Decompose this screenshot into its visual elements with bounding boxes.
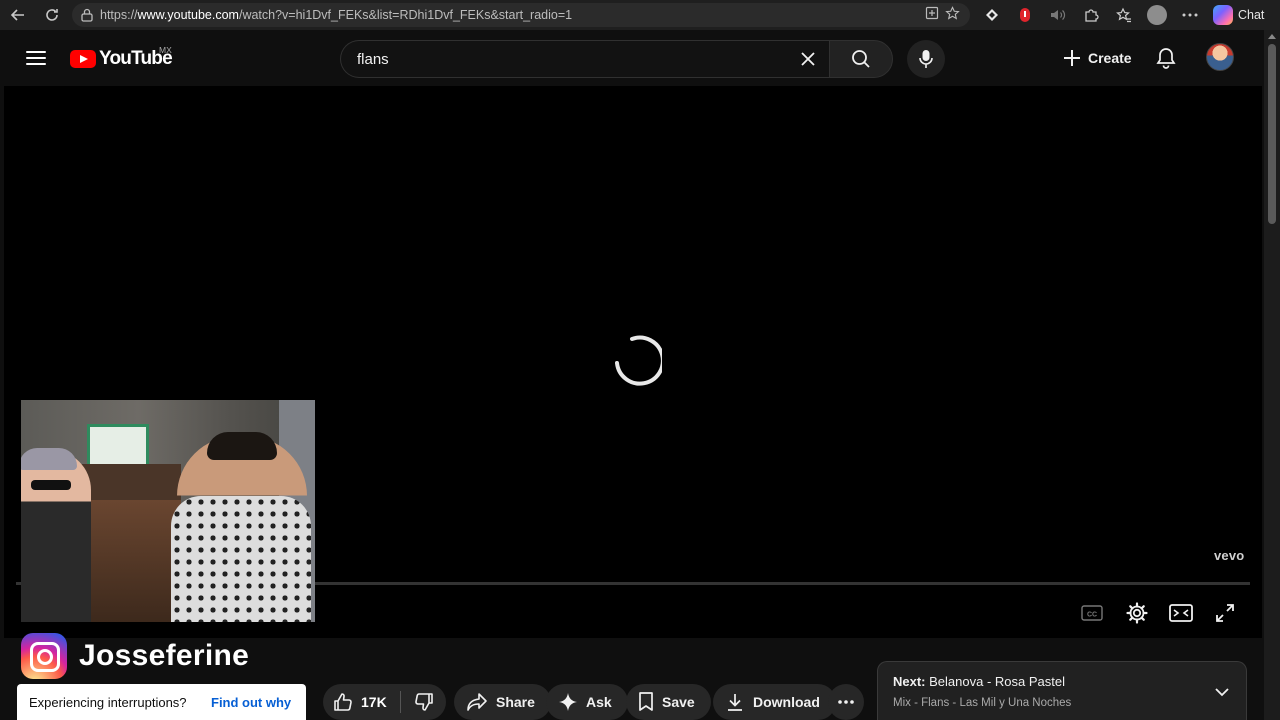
notifications-bell-icon[interactable] xyxy=(1152,44,1180,72)
microphone-icon xyxy=(919,50,933,68)
thumbs-up-icon xyxy=(334,693,352,711)
find-out-why-link[interactable]: Find out why xyxy=(211,695,291,710)
save-button[interactable]: Save xyxy=(626,684,711,720)
app-available-icon[interactable] xyxy=(925,6,939,24)
interruption-notice: Experiencing interruptions? Find out why xyxy=(17,684,306,720)
interruption-message: Experiencing interruptions? xyxy=(29,694,187,710)
account-avatar[interactable] xyxy=(1206,43,1234,71)
site-info-icon[interactable] xyxy=(81,8,93,22)
create-label: Create xyxy=(1088,50,1132,66)
share-label: Share xyxy=(496,694,535,710)
more-actions-button[interactable] xyxy=(828,684,864,720)
back-icon[interactable] xyxy=(4,1,32,29)
share-arrow-icon xyxy=(467,693,487,711)
download-icon xyxy=(728,694,742,711)
loading-spinner-icon xyxy=(615,335,662,386)
copilot-chat-button[interactable]: Chat xyxy=(1209,5,1264,25)
volume-icon[interactable] xyxy=(1044,1,1072,29)
thumbs-down-icon xyxy=(414,693,433,711)
up-next-prefix: Next: xyxy=(893,674,926,689)
svg-text:CC: CC xyxy=(1087,612,1097,619)
favorites-icon[interactable] xyxy=(1110,1,1138,29)
voice-search-button[interactable] xyxy=(907,40,945,78)
up-next-playlist: Mix - Flans - Las Mil y Una Noches xyxy=(893,697,1072,709)
scroll-up-arrow-icon[interactable] xyxy=(1268,34,1276,39)
vevo-watermark: vevo xyxy=(1214,548,1245,563)
address-bar[interactable]: https://www.youtube.com/watch?v=hi1Dvf_F… xyxy=(72,3,970,27)
browser-toolbar: https://www.youtube.com/watch?v=hi1Dvf_F… xyxy=(0,0,1280,30)
ask-button[interactable]: Ask xyxy=(546,684,628,720)
url-path: /watch?v=hi1Dvf_FEKs&list=RDhi1Dvf_FEKs&… xyxy=(238,8,573,22)
more-horizontal-icon xyxy=(838,700,854,704)
instagram-handle: Josseferine xyxy=(79,639,250,672)
dislike-button[interactable] xyxy=(401,684,446,720)
youtube-play-icon xyxy=(70,50,96,68)
up-next-panel[interactable]: Next: Belanova - Rosa Pastel Mix - Flans… xyxy=(877,661,1247,720)
like-dislike-group: 17K xyxy=(323,684,446,720)
reload-icon[interactable] xyxy=(38,1,66,29)
extension-drop-icon[interactable] xyxy=(1011,1,1039,29)
webcam-overlay xyxy=(21,400,315,622)
download-label: Download xyxy=(753,694,820,710)
create-button[interactable]: Create xyxy=(1054,40,1146,76)
like-button[interactable]: 17K xyxy=(323,684,400,720)
download-button[interactable]: Download xyxy=(713,684,836,720)
plus-icon xyxy=(1064,50,1080,66)
save-label: Save xyxy=(662,694,695,710)
page-scrollbar[interactable] xyxy=(1264,30,1280,720)
search-icon xyxy=(852,50,870,68)
fullscreen-icon[interactable] xyxy=(1211,600,1239,626)
instagram-icon xyxy=(21,633,67,679)
subtitles-cc-icon[interactable]: CC xyxy=(1078,600,1106,626)
url-prefix: https:// xyxy=(100,8,138,22)
search-box xyxy=(340,40,893,78)
copilot-icon xyxy=(1213,5,1233,25)
chat-label: Chat xyxy=(1238,8,1265,22)
profile-icon[interactable] xyxy=(1143,1,1171,29)
settings-gear-icon[interactable] xyxy=(1123,600,1151,626)
theater-mode-icon[interactable] xyxy=(1167,600,1195,626)
url-host: www.youtube.com xyxy=(137,8,239,22)
scrollbar-thumb[interactable] xyxy=(1268,44,1276,224)
clear-search-icon[interactable] xyxy=(795,46,821,72)
youtube-logo[interactable]: YouTube xyxy=(70,48,173,70)
region-code: MX xyxy=(159,45,172,55)
like-count: 17K xyxy=(361,694,387,710)
youtube-masthead: YouTube MX Create xyxy=(0,30,1264,86)
bookmark-icon xyxy=(639,692,653,711)
search-button[interactable] xyxy=(829,40,893,78)
ask-label: Ask xyxy=(586,694,612,710)
sparkle-icon xyxy=(559,693,577,711)
favorite-star-icon[interactable] xyxy=(945,6,960,24)
extension-diamond-icon[interactable] xyxy=(978,1,1006,29)
instagram-overlay: Josseferine xyxy=(21,633,249,679)
extensions-puzzle-icon[interactable] xyxy=(1077,1,1105,29)
up-next-title: Next: Belanova - Rosa Pastel xyxy=(893,674,1065,689)
search-input[interactable] xyxy=(357,50,795,68)
chevron-down-icon[interactable] xyxy=(1212,682,1232,702)
up-next-video-title: Belanova - Rosa Pastel xyxy=(929,674,1065,689)
guide-menu-icon[interactable] xyxy=(24,48,48,68)
more-options-icon[interactable] xyxy=(1176,1,1204,29)
share-button[interactable]: Share xyxy=(454,684,551,720)
